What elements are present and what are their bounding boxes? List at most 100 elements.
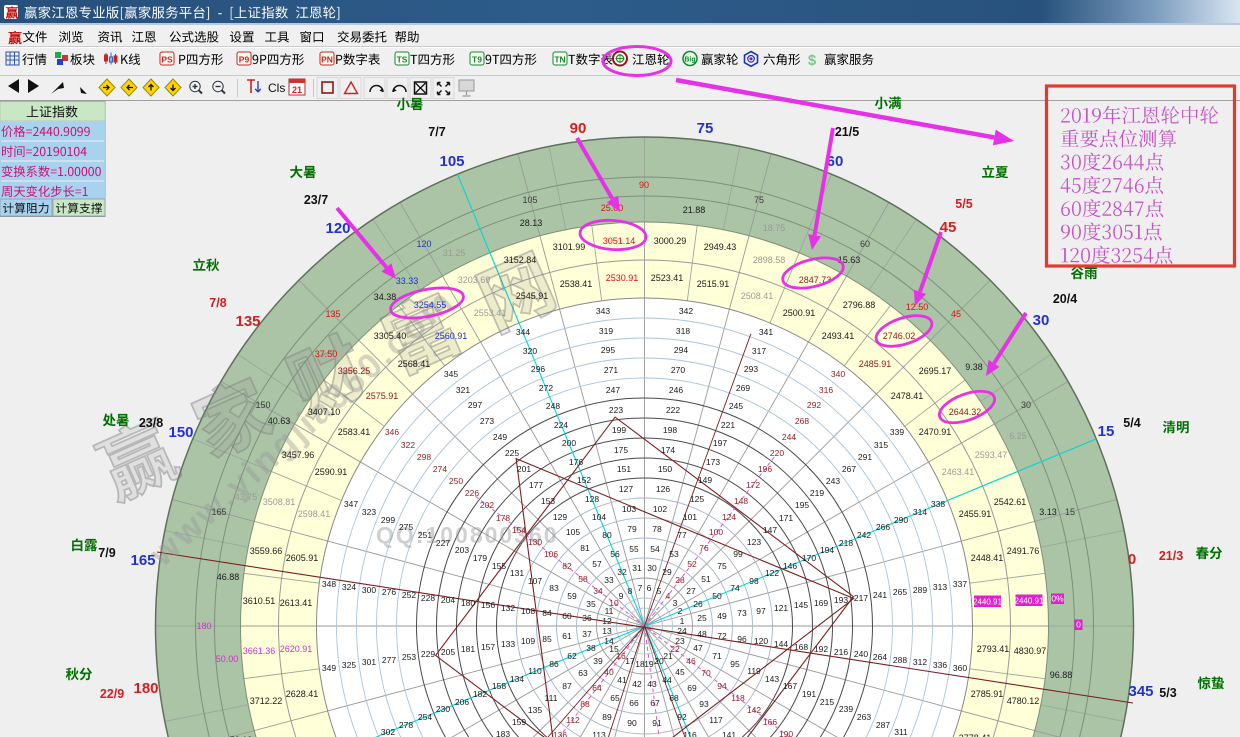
svg-text:159: 159 [512,717,526,727]
svg-text:2613.41: 2613.41 [280,598,313,608]
svg-text:220: 220 [770,448,784,458]
svg-text:33.33: 33.33 [396,276,419,286]
svg-text:2560.91: 2560.91 [435,331,468,341]
svg-text:8: 8 [628,586,633,596]
svg-text:275: 275 [399,522,413,532]
svg-text:250: 250 [449,476,463,486]
svg-text:348: 348 [322,579,336,589]
svg-text:69: 69 [687,683,697,693]
svg-text:274: 274 [433,464,447,474]
svg-text:301: 301 [362,657,376,667]
svg-text:5/5: 5/5 [955,197,972,211]
svg-text:68: 68 [669,693,679,703]
svg-text:223: 223 [609,405,623,415]
svg-text:346: 346 [385,427,399,437]
svg-text:170: 170 [802,553,816,563]
svg-text:90: 90 [627,718,637,728]
svg-text:297: 297 [468,400,482,410]
svg-text:121: 121 [774,603,788,613]
svg-text:40: 40 [604,667,614,677]
svg-text:149: 149 [698,475,712,485]
svg-text:4: 4 [666,591,671,601]
svg-text:Big: Big [684,57,695,64]
svg-text:3.13: 3.13 [1039,507,1057,517]
svg-text:109: 109 [521,636,535,646]
svg-text:253: 253 [402,652,416,662]
svg-text:337: 337 [953,579,967,589]
svg-text:93: 93 [699,699,709,709]
svg-text:74: 74 [730,583,740,593]
svg-text:92: 92 [677,712,687,722]
svg-text:2: 2 [678,606,683,616]
svg-text:PN: PN [321,55,333,65]
svg-text:203: 203 [455,545,469,555]
svg-text:215: 215 [820,697,834,707]
svg-text:9.38: 9.38 [965,362,983,372]
svg-text:66: 66 [629,698,639,708]
svg-text:59: 59 [567,591,577,601]
svg-text:178: 178 [496,513,510,523]
svg-text:57: 57 [592,559,602,569]
svg-text:2440.91: 2440.91 [973,597,1002,606]
svg-text:37: 37 [582,629,592,639]
svg-text:191: 191 [802,689,816,699]
svg-text:318: 318 [676,326,690,336]
svg-text:29: 29 [662,567,672,577]
svg-text:2598.41: 2598.41 [298,509,331,519]
svg-text:150: 150 [255,400,270,410]
svg-text:311: 311 [894,727,908,737]
svg-text:45: 45 [675,667,685,677]
svg-text:119: 119 [747,666,761,676]
svg-text:112: 112 [566,715,580,725]
svg-text:41: 41 [617,675,627,685]
svg-text:165: 165 [130,552,155,569]
svg-text:102: 102 [653,504,667,514]
svg-text:242: 242 [857,530,871,540]
svg-text:268: 268 [795,416,809,426]
svg-text:46.88: 46.88 [217,572,240,582]
svg-text:177: 177 [529,480,543,490]
svg-text:35: 35 [586,599,596,609]
svg-text:2470.91: 2470.91 [919,427,952,437]
svg-text:2583.41: 2583.41 [338,427,371,437]
svg-text:244: 244 [782,432,796,442]
svg-text:2628.41: 2628.41 [286,689,319,699]
svg-text:111: 111 [545,693,558,703]
svg-text:6: 6 [647,583,652,593]
svg-text:46: 46 [686,656,696,666]
svg-text:180: 180 [196,621,211,631]
svg-text:265: 265 [893,587,907,597]
svg-text:199: 199 [612,425,626,435]
svg-text:123: 123 [747,537,761,547]
svg-text:340: 340 [831,369,845,379]
svg-text:81: 81 [580,543,590,553]
svg-text:128: 128 [585,494,599,504]
svg-text:171: 171 [779,513,793,523]
svg-text:71: 71 [712,651,722,661]
svg-text:125: 125 [690,494,704,504]
svg-text:90: 90 [570,120,587,137]
svg-text:2463.41: 2463.41 [942,467,975,477]
svg-text:2530.91: 2530.91 [606,273,639,283]
svg-text:169: 169 [814,598,828,608]
svg-text:313: 313 [933,582,947,592]
svg-text:53: 53 [669,549,679,559]
svg-text:5/4: 5/4 [1123,416,1140,430]
svg-text:78: 78 [652,524,662,534]
svg-text:147: 147 [763,525,777,535]
svg-text:322: 322 [401,440,415,450]
svg-text:75: 75 [754,195,764,205]
svg-text:216: 216 [834,647,848,657]
svg-text:97: 97 [756,606,766,616]
svg-text:166: 166 [763,717,777,727]
svg-text:148: 148 [734,496,748,506]
svg-text:192: 192 [814,644,828,654]
svg-text:23/7: 23/7 [304,193,328,207]
svg-text:198: 198 [663,425,677,435]
svg-text:3559.66: 3559.66 [250,546,283,556]
svg-text:64: 64 [592,683,602,693]
svg-text:347: 347 [344,499,358,509]
svg-text:11: 11 [605,606,614,616]
svg-text:3508.81: 3508.81 [263,497,296,507]
svg-text:2542.61: 2542.61 [994,497,1027,507]
